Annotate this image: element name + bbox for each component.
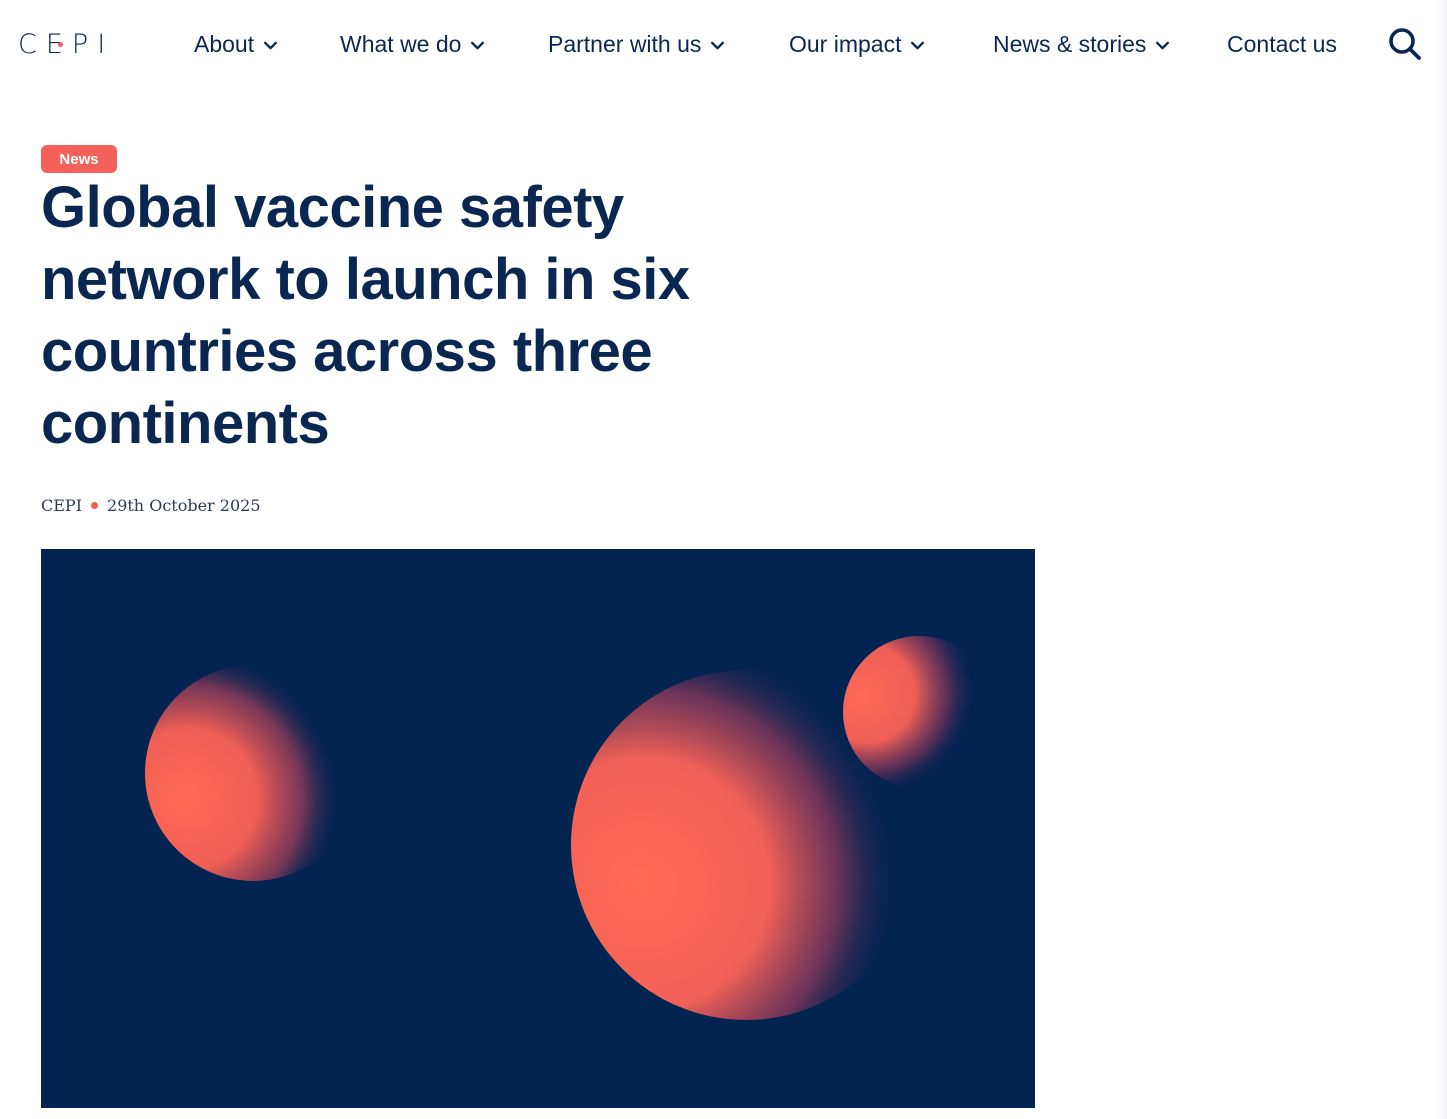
meta-separator-dot xyxy=(91,501,99,509)
sphere-left xyxy=(145,665,361,881)
nav-item-about[interactable]: About xyxy=(194,28,278,60)
nav-item-label: Contact us xyxy=(1227,30,1337,57)
chevron-down-icon xyxy=(264,41,278,49)
site-header: CEPI About What we do Partner with us Ou… xyxy=(0,0,1447,90)
nav-item-what-we-do[interactable]: What we do xyxy=(340,28,485,60)
nav-item-news-and-stories[interactable]: News & stories xyxy=(993,28,1170,60)
nav-item-contact-us[interactable]: Contact us xyxy=(1227,28,1337,60)
abstract-spheres-illustration xyxy=(145,636,995,1020)
nav-item-partner-with-us[interactable]: Partner with us xyxy=(548,28,725,60)
nav-item-our-impact[interactable]: Our impact xyxy=(789,28,925,60)
chevron-down-icon xyxy=(911,41,925,49)
chevron-down-icon xyxy=(1156,41,1170,49)
nav-item-label: News & stories xyxy=(993,30,1147,57)
nav-item-label: Partner with us xyxy=(548,30,702,57)
search-button[interactable] xyxy=(1387,26,1423,62)
nav-item-label: What we do xyxy=(340,30,462,57)
article-author: CEPI xyxy=(41,495,83,515)
main-navigation: About What we do Partner with us Our imp… xyxy=(0,28,1447,60)
chevron-down-icon xyxy=(711,41,725,49)
nav-item-label: Our impact xyxy=(789,30,902,57)
category-badge[interactable]: News xyxy=(41,145,117,173)
article-title: Global vaccine safety network to launch … xyxy=(41,175,690,456)
scrollbar-track[interactable] xyxy=(1437,0,1447,1119)
chevron-down-icon xyxy=(471,41,485,49)
hero-image xyxy=(41,549,1035,1108)
article-meta: CEPI 29th October 2025 xyxy=(41,494,261,516)
search-icon xyxy=(1389,28,1421,60)
article-date: 29th October 2025 xyxy=(107,495,261,515)
nav-item-label: About xyxy=(194,30,255,57)
sphere-top-right xyxy=(843,636,995,788)
